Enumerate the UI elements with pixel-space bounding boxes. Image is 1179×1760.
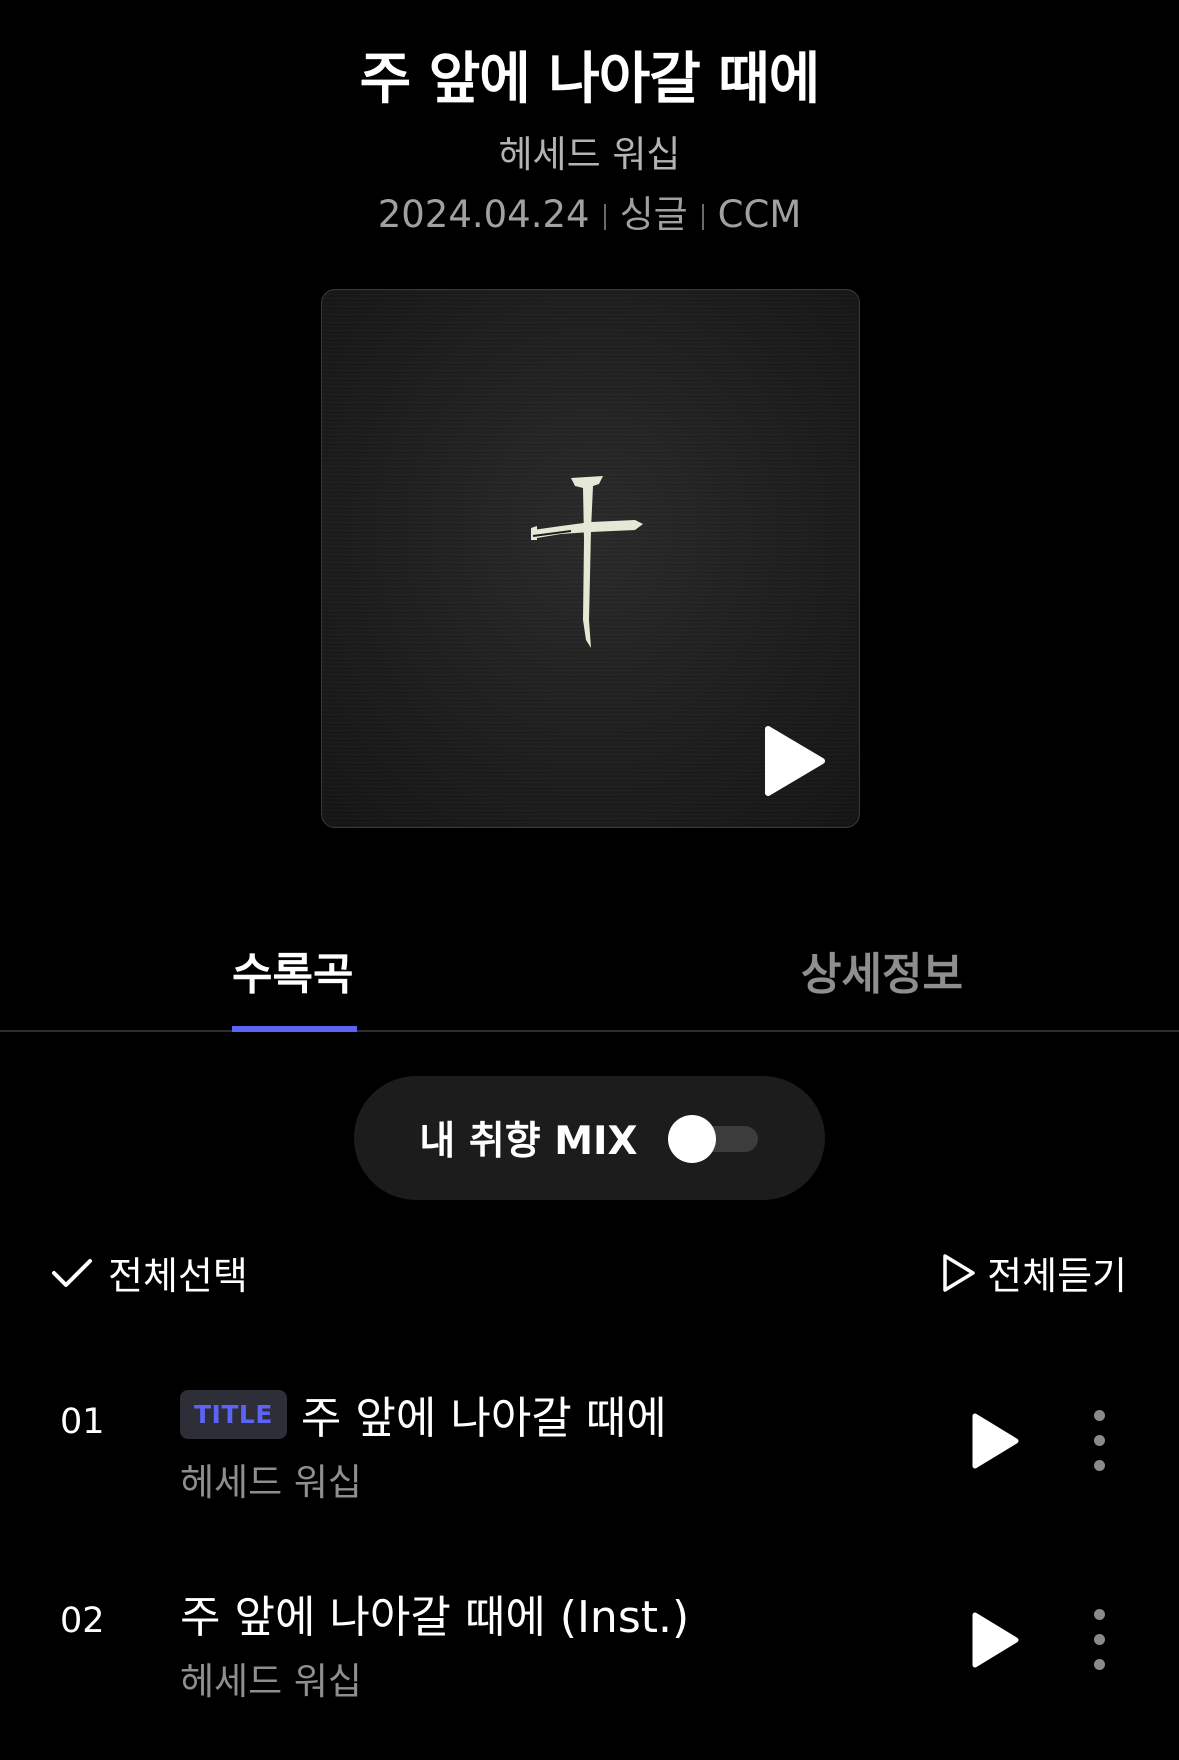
track-artist[interactable]: 헤세드 워십 — [180, 1651, 689, 1705]
release-date: 2024.04.24 — [377, 193, 590, 236]
meta-divider — [701, 203, 704, 230]
mix-switch[interactable] — [667, 1115, 760, 1163]
track-title-line: 주 앞에 나아갈 때에 (Inst.) — [180, 1581, 689, 1645]
tab-details[interactable]: 상세정보 — [801, 938, 963, 1002]
play-outline-icon — [943, 1253, 975, 1292]
more-options-icon[interactable] — [1088, 1410, 1112, 1472]
meta-divider — [603, 203, 606, 230]
cover-play-icon[interactable] — [762, 725, 826, 797]
my-taste-mix-toggle[interactable]: 내 취향 MIX — [354, 1076, 825, 1200]
album-type: 싱글 — [619, 193, 688, 236]
active-tab-indicator — [232, 1026, 357, 1032]
tab-tracks[interactable]: 수록곡 — [232, 938, 353, 1002]
album-meta: 2024.04.24 싱글 CCM — [0, 190, 1179, 240]
track-info: TITLE 주 앞에 나아갈 때에 헤세드 워십 — [180, 1382, 667, 1506]
play-all-label: 전체듣기 — [987, 1254, 1127, 1298]
mix-label: 내 취향 MIX — [419, 1119, 638, 1164]
select-all-button[interactable]: 전체선택 — [50, 1245, 248, 1300]
track-row[interactable]: 01 TITLE 주 앞에 나아갈 때에 헤세드 워십 — [0, 1382, 1179, 1512]
track-title[interactable]: 주 앞에 나아갈 때에 — [301, 1382, 667, 1446]
track-row[interactable]: 02 주 앞에 나아갈 때에 (Inst.) 헤세드 워십 — [0, 1581, 1179, 1711]
track-title-line: TITLE 주 앞에 나아갈 때에 — [180, 1382, 667, 1446]
check-icon — [52, 1258, 92, 1287]
album-genre: CCM — [717, 193, 802, 236]
track-number: 01 — [60, 1402, 105, 1442]
more-options-icon[interactable] — [1088, 1609, 1112, 1671]
album-header: 주 앞에 나아갈 때에 헤세드 워십 2024.04.24 싱글 CCM — [0, 40, 1179, 240]
track-info: 주 앞에 나아갈 때에 (Inst.) 헤세드 워십 — [180, 1581, 689, 1705]
album-title: 주 앞에 나아갈 때에 — [359, 47, 821, 112]
tab-bar: 수록곡 상세정보 — [0, 920, 1179, 1032]
nail-cross-artwork — [531, 476, 643, 648]
track-number: 02 — [60, 1601, 105, 1641]
title-badge: TITLE — [180, 1389, 287, 1439]
album-cover[interactable] — [321, 289, 860, 828]
track-title[interactable]: 주 앞에 나아갈 때에 (Inst.) — [180, 1581, 689, 1645]
play-all-button[interactable]: 전체듣기 — [941, 1245, 1127, 1300]
track-play-icon[interactable] — [970, 1611, 1020, 1669]
select-all-label: 전체선택 — [108, 1254, 248, 1298]
album-page: 주 앞에 나아갈 때에 헤세드 워십 2024.04.24 싱글 CCM 수록곡 상… — [0, 0, 1179, 1760]
track-play-icon[interactable] — [970, 1412, 1020, 1470]
switch-knob — [667, 1115, 716, 1163]
track-artist[interactable]: 헤세드 워십 — [180, 1452, 667, 1506]
album-artist[interactable]: 헤세드 워십 — [0, 130, 1179, 180]
